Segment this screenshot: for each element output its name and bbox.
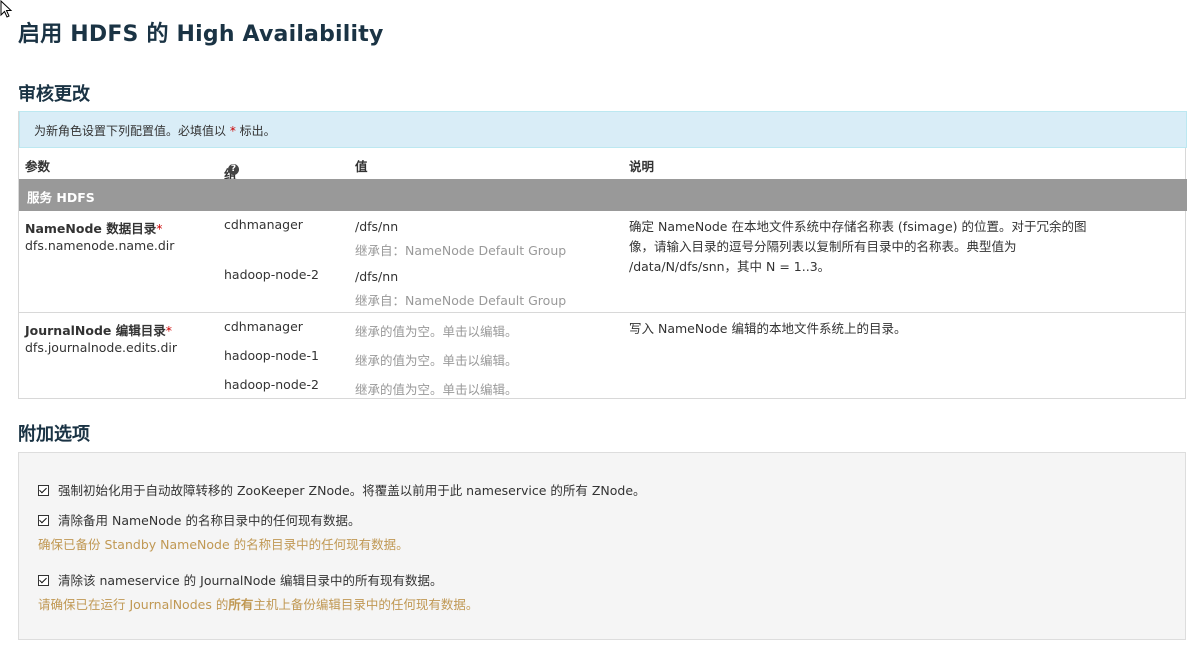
additional-options-panel: 强制初始化用于自动故障转移的 ZooKeeper ZNode。将覆盖以前用于此 … bbox=[18, 452, 1186, 640]
param-name-label: JournalNode 编辑目录 bbox=[25, 323, 166, 338]
value-field[interactable]: /dfs/nn bbox=[355, 269, 398, 284]
service-group-row: 服务 HDFS bbox=[19, 179, 1187, 211]
required-mark: * bbox=[156, 221, 163, 236]
help-icon[interactable]: ? bbox=[228, 164, 239, 175]
info-text-suffix: 标出。 bbox=[235, 124, 276, 138]
column-header-param: 参数 bbox=[25, 159, 51, 174]
option-clear-journalnode-edits[interactable]: 清除该 nameservice 的 JournalNode 编辑目录中的所有现有… bbox=[38, 570, 442, 589]
table-header: 参数 组? 值 说明 bbox=[19, 148, 1185, 182]
service-label: 服务 HDFS bbox=[27, 190, 95, 205]
checkbox[interactable] bbox=[38, 485, 49, 496]
checkbox[interactable] bbox=[38, 515, 49, 526]
warning-prefix: 请确保已在运行 JournalNodes 的 bbox=[38, 597, 229, 612]
options-section-title: 附加选项 bbox=[18, 424, 90, 445]
option-label: 清除备用 NameNode 的名称目录中的任何现有数据。 bbox=[58, 513, 361, 528]
param-key: dfs.namenode.name.dir bbox=[25, 238, 175, 253]
column-header-value: 值 bbox=[355, 159, 368, 174]
group-name: hadoop-node-2 bbox=[224, 377, 319, 392]
inherit-note: 继承自：NameNode Default Group bbox=[355, 293, 567, 308]
option-force-init-znode[interactable]: 强制初始化用于自动故障转移的 ZooKeeper ZNode。将覆盖以前用于此 … bbox=[38, 480, 646, 499]
inherit-note: 继承自：NameNode Default Group bbox=[355, 243, 567, 258]
empty-value-field[interactable]: 继承的值为空。单击以编辑。 bbox=[355, 379, 518, 398]
param-description: 写入 NameNode 编辑的本地文件系统上的目录。 bbox=[629, 321, 907, 336]
required-mark: * bbox=[165, 323, 172, 338]
group-name: hadoop-node-2 bbox=[224, 267, 319, 282]
group-name: hadoop-node-1 bbox=[224, 348, 319, 363]
warning-text: 确保已备份 Standby NameNode 的名称目录中的任何现有数据。 bbox=[38, 537, 409, 552]
warning-text: 请确保已在运行 JournalNodes 的所有主机上备份编辑目录中的任何现有数… bbox=[38, 594, 478, 613]
option-clear-standby-namenode[interactable]: 清除备用 NameNode 的名称目录中的任何现有数据。 bbox=[38, 510, 360, 529]
param-name-label: NameNode 数据目录 bbox=[25, 221, 157, 236]
empty-value-field[interactable]: 继承的值为空。单击以编辑。 bbox=[355, 321, 518, 340]
warning-bold: 所有 bbox=[228, 597, 254, 612]
review-section-title: 审核更改 bbox=[18, 84, 90, 105]
warning-suffix: 主机上备份编辑目录中的任何现有数据。 bbox=[253, 597, 479, 612]
checkbox[interactable] bbox=[38, 575, 49, 586]
column-header-description: 说明 bbox=[629, 159, 655, 174]
table-row-journalnode-dir: JournalNode 编辑目录* dfs.journalnode.edits.… bbox=[19, 313, 1185, 399]
mouse-cursor-icon bbox=[0, 0, 13, 18]
param-name: JournalNode 编辑目录* bbox=[25, 320, 172, 339]
value-field[interactable]: /dfs/nn bbox=[355, 219, 398, 234]
option-label: 清除该 nameservice 的 JournalNode 编辑目录中的所有现有… bbox=[58, 573, 443, 588]
page-title: 启用 HDFS 的 High Availability bbox=[18, 22, 384, 47]
param-key: dfs.journalnode.edits.dir bbox=[25, 340, 178, 355]
empty-value-field[interactable]: 继承的值为空。单击以编辑。 bbox=[355, 350, 518, 369]
review-changes-table: 为新角色设置下列配置值。必填值以 * 标出。 参数 组? 值 说明 服务 HDF… bbox=[18, 111, 1187, 399]
param-name: NameNode 数据目录* bbox=[25, 218, 162, 237]
table-row-namenode-dir: NameNode 数据目录* dfs.namenode.name.dir cdh… bbox=[19, 211, 1185, 313]
group-name: cdhmanager bbox=[224, 217, 303, 232]
param-description: 确定 NameNode 在本地文件系统中存储名称表 (fsimage) 的位置。… bbox=[629, 219, 1087, 274]
option-label: 强制初始化用于自动故障转移的 ZooKeeper ZNode。将覆盖以前用于此 … bbox=[58, 483, 646, 498]
group-name: cdhmanager bbox=[224, 319, 303, 334]
info-text: 为新角色设置下列配置值。必填值以 bbox=[34, 124, 230, 138]
info-bar: 为新角色设置下列配置值。必填值以 * 标出。 bbox=[19, 111, 1187, 148]
